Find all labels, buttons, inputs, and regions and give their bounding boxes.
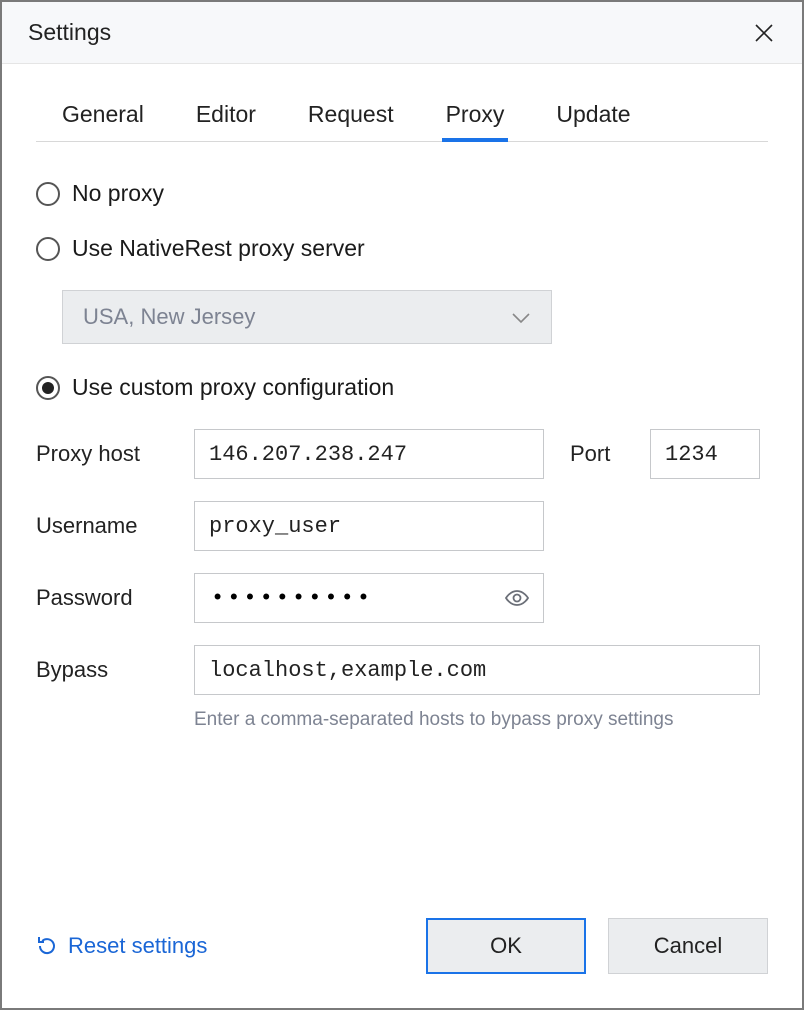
radio-label: Use NativeRest proxy server [72,235,365,262]
label-username: Username [36,513,176,539]
proxy-server-select[interactable]: USA, New Jersey [62,290,552,344]
proxy-form: Proxy host Port Username Password [36,429,768,731]
proxy-username-input[interactable] [194,501,544,551]
footer-buttons: OK Cancel [426,918,768,974]
tab-request[interactable]: Request [304,93,398,142]
tab-update[interactable]: Update [552,93,634,142]
select-value: USA, New Jersey [83,304,255,330]
proxy-port-input[interactable] [650,429,760,479]
tab-bar: General Editor Request Proxy Update [36,92,768,142]
radio-custom-proxy[interactable]: Use custom proxy configuration [36,374,768,401]
proxy-password-input[interactable] [209,585,501,612]
chevron-down-icon [511,304,531,330]
toggle-password-visibility[interactable] [501,582,533,614]
proxy-panel: No proxy Use NativeRest proxy server USA… [36,142,768,918]
reset-icon [36,935,58,957]
ok-button-label: OK [490,933,522,959]
label-bypass: Bypass [36,657,176,683]
radio-label: No proxy [72,180,164,207]
radio-icon [36,376,60,400]
dialog-footer: Reset settings OK Cancel [2,918,802,1008]
eye-icon [504,589,530,607]
tab-editor[interactable]: Editor [192,93,260,142]
ok-button[interactable]: OK [426,918,586,974]
cancel-button[interactable]: Cancel [608,918,768,974]
proxy-bypass-input[interactable] [194,645,760,695]
proxy-password-wrap [194,573,544,623]
reset-settings-label: Reset settings [68,933,207,959]
reset-settings-link[interactable]: Reset settings [36,933,207,959]
label-password: Password [36,585,176,611]
tab-general[interactable]: General [58,93,148,142]
proxy-host-input[interactable] [194,429,544,479]
bypass-hint: Enter a comma-separated hosts to bypass … [194,709,760,731]
close-button[interactable] [748,17,780,49]
label-proxy-port: Port [562,441,632,467]
radio-icon [36,182,60,206]
close-icon [754,23,774,43]
titlebar: Settings [2,2,802,64]
label-proxy-host: Proxy host [36,441,176,467]
tab-proxy[interactable]: Proxy [442,93,509,142]
settings-window: Settings General Editor Request Proxy Up… [0,0,804,1010]
radio-nativerest-proxy[interactable]: Use NativeRest proxy server [36,235,768,262]
dialog-body: General Editor Request Proxy Update No p… [2,64,802,918]
cancel-button-label: Cancel [654,933,722,959]
radio-no-proxy[interactable]: No proxy [36,180,768,207]
radio-label: Use custom proxy configuration [72,374,394,401]
window-title: Settings [28,19,111,46]
radio-icon [36,237,60,261]
